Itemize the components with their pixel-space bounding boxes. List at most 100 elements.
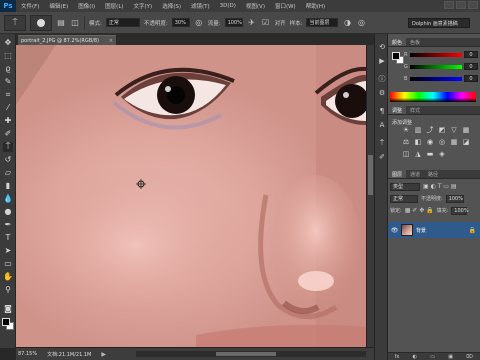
- zoom-level[interactable]: 87.15%: [18, 351, 37, 357]
- vertical-scrollbar[interactable]: [366, 45, 374, 347]
- menu-select[interactable]: 选择(S): [157, 2, 186, 10]
- history-brush-tool-icon[interactable]: ↺: [3, 155, 13, 165]
- menu-image[interactable]: 图像(I): [73, 2, 100, 10]
- close-document-icon[interactable]: ×: [109, 38, 113, 44]
- tool-preset-picker[interactable]: ⍑: [4, 14, 26, 31]
- brush-panel-icon[interactable]: ▤: [56, 18, 66, 28]
- visibility-eye-icon[interactable]: 👁: [391, 227, 399, 234]
- layer-kind-filter[interactable]: 类型: [390, 182, 420, 191]
- gradient-map-icon[interactable]: ▬: [426, 150, 434, 158]
- vibrance-icon[interactable]: ▽: [450, 126, 458, 134]
- crop-tool-icon[interactable]: ⌗: [3, 90, 13, 100]
- green-value[interactable]: 0: [464, 63, 478, 70]
- tab-layers[interactable]: 图层: [388, 170, 407, 178]
- pressure-opacity-icon[interactable]: ◎: [194, 18, 204, 28]
- clone-stamp-tool-icon[interactable]: ⍑: [3, 142, 13, 152]
- foreground-color-swatch[interactable]: [2, 318, 10, 326]
- properties-panel-icon[interactable]: ⚙: [377, 88, 387, 98]
- shape-tool-icon[interactable]: ▭: [3, 259, 13, 269]
- paragraph-panel-icon[interactable]: ¶: [377, 106, 387, 116]
- pressure-size-icon[interactable]: ◎: [356, 18, 366, 28]
- fill-input[interactable]: 100%: [451, 206, 469, 215]
- layer-row-background[interactable]: 👁 背景 🔒: [388, 222, 480, 238]
- h-scroll-thumb[interactable]: [216, 352, 276, 356]
- airbrush-icon[interactable]: ✈: [247, 18, 257, 28]
- selective-color-icon[interactable]: ◈: [438, 150, 446, 158]
- menu-edit[interactable]: 编辑(E): [44, 2, 73, 10]
- green-slider[interactable]: [410, 65, 462, 69]
- layer-opacity-input[interactable]: 100%: [445, 194, 464, 203]
- aligned-checkbox[interactable]: ☑: [261, 18, 271, 28]
- brush-preset-picker[interactable]: [30, 14, 52, 31]
- add-mask-icon[interactable]: ◐: [413, 354, 417, 360]
- filter-icons[interactable]: ▣ ◐ T ▭ ▤: [423, 183, 457, 190]
- blue-value[interactable]: 0: [464, 75, 478, 82]
- color-panel-fg-swatch[interactable]: [392, 52, 400, 60]
- quick-mask-icon[interactable]: ◙: [3, 304, 13, 314]
- history-panel-icon[interactable]: ⟲: [377, 42, 387, 52]
- tab-swatches[interactable]: 色板: [406, 38, 424, 46]
- document-tab[interactable]: portrait_2.JPG @ 87.2%(RGB/8) ×: [18, 35, 116, 45]
- tab-color[interactable]: 颜色: [388, 38, 407, 46]
- scroll-thumb[interactable]: [368, 155, 373, 195]
- black-white-icon[interactable]: ◧: [414, 138, 422, 146]
- menu-filter[interactable]: 滤镜(T): [186, 2, 215, 10]
- menu-help[interactable]: 帮助(H): [301, 2, 330, 10]
- move-tool-icon[interactable]: ✥: [3, 38, 13, 48]
- menu-window[interactable]: 窗口(W): [270, 2, 301, 10]
- invert-icon[interactable]: ◪: [462, 138, 470, 146]
- workspace-switcher[interactable]: Dolphin 画意素描稿: [408, 18, 470, 28]
- eyedropper-tool-icon[interactable]: ⁄: [3, 103, 13, 113]
- quick-select-tool-icon[interactable]: ✎: [3, 77, 13, 87]
- tab-adjustments[interactable]: 调整: [388, 106, 407, 114]
- red-value[interactable]: 0: [464, 51, 478, 58]
- brightness-icon[interactable]: ☀: [402, 126, 410, 134]
- info-panel-icon[interactable]: ⓘ: [377, 74, 387, 84]
- type-tool-icon[interactable]: T: [3, 233, 13, 243]
- photo-filter-icon[interactable]: ◉: [426, 138, 434, 146]
- eraser-tool-icon[interactable]: ▱: [3, 168, 13, 178]
- lock-icons[interactable]: ▦ ✐ ✥ 🔒: [405, 207, 434, 214]
- menu-layer[interactable]: 图层(L): [100, 2, 128, 10]
- clone-source-panel-icon[interactable]: ⍑: [377, 138, 387, 148]
- gradient-tool-icon[interactable]: ▮: [3, 181, 13, 191]
- color-balance-icon[interactable]: ⚖: [402, 138, 410, 146]
- brush-tool-icon[interactable]: ✐: [3, 129, 13, 139]
- curves-icon[interactable]: ⤴: [426, 126, 434, 134]
- levels-icon[interactable]: ▥: [414, 126, 422, 134]
- minimize-button[interactable]: [444, 1, 454, 9]
- character-panel-icon[interactable]: A: [377, 120, 387, 130]
- brush-presets-icon[interactable]: ✐: [377, 152, 387, 162]
- sample-select[interactable]: 当前图层: [306, 18, 339, 27]
- exposure-icon[interactable]: ◩: [438, 126, 446, 134]
- tab-paths[interactable]: 路径: [424, 170, 442, 178]
- color-lookup-icon[interactable]: ▦: [450, 138, 458, 146]
- menu-file[interactable]: 文件(F): [16, 2, 44, 10]
- hue-saturation-icon[interactable]: ▦: [462, 126, 470, 134]
- color-spectrum[interactable]: [390, 92, 476, 102]
- clone-source-icon[interactable]: ◫: [70, 18, 80, 28]
- menu-view[interactable]: 视图(V): [241, 2, 270, 10]
- menu-type[interactable]: 文字(Y): [129, 2, 158, 10]
- lasso-tool-icon[interactable]: ϱ: [3, 64, 13, 74]
- menu-3d[interactable]: 3D(D): [215, 3, 241, 9]
- new-group-icon[interactable]: ▭: [430, 354, 435, 360]
- pen-tool-icon[interactable]: ✒: [3, 220, 13, 230]
- blend-mode-select[interactable]: 正常: [390, 194, 418, 203]
- healing-brush-tool-icon[interactable]: ✚: [3, 116, 13, 126]
- ignore-adjustment-icon[interactable]: ◑: [342, 18, 352, 28]
- flow-input[interactable]: 100%: [224, 18, 243, 27]
- actions-panel-icon[interactable]: ▶: [377, 56, 387, 66]
- blur-tool-icon[interactable]: 💧: [3, 194, 13, 204]
- marquee-tool-icon[interactable]: ⬚: [3, 51, 13, 61]
- threshold-icon[interactable]: ◮: [414, 150, 422, 158]
- red-slider[interactable]: [410, 53, 462, 57]
- delete-layer-icon[interactable]: ⌦: [466, 354, 473, 360]
- dodge-tool-icon[interactable]: ●: [3, 207, 13, 217]
- blue-slider[interactable]: [410, 77, 462, 81]
- maximize-button[interactable]: [456, 1, 466, 9]
- hand-tool-icon[interactable]: ✋: [3, 272, 13, 282]
- opacity-input[interactable]: 30%: [171, 18, 190, 27]
- image-canvas[interactable]: [16, 45, 366, 347]
- posterize-icon[interactable]: ◫: [402, 150, 410, 158]
